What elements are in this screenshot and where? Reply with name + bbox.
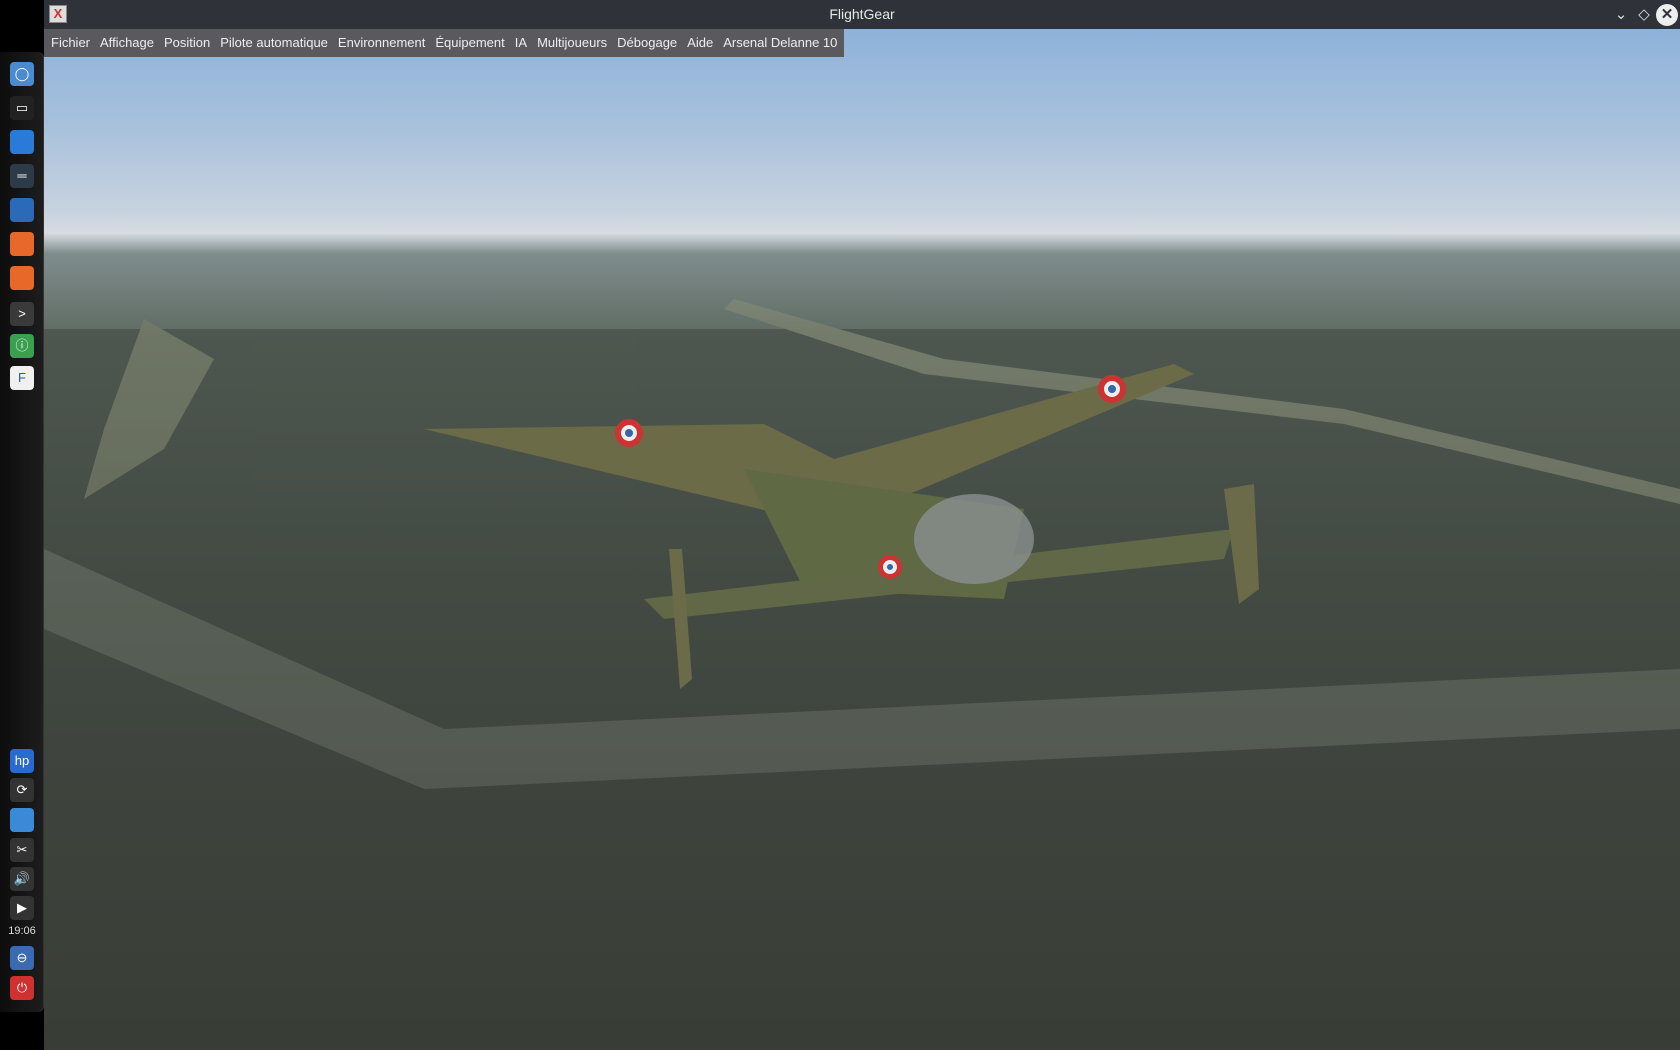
menu-fichier[interactable]: Fichier	[46, 29, 95, 57]
network-icon[interactable]	[10, 808, 34, 832]
menu-affichage[interactable]: Affichage	[95, 29, 159, 57]
power-icon[interactable]: ⏻	[10, 976, 34, 1000]
update-icon[interactable]: ⟳	[10, 778, 34, 802]
aircraft-scene	[44, 299, 1680, 1050]
menu-multijoueurs[interactable]: Multijoueurs	[532, 29, 612, 57]
taskbar: 19:06 ◯ ▭ ═ > ⓘ Fhp ⟳ ✂ 🔊 ▶ ⊖ ⏻	[0, 52, 44, 1012]
firefox-icon[interactable]	[10, 232, 34, 256]
menu-aide[interactable]: Aide	[682, 29, 718, 57]
clock[interactable]: 19:06	[0, 925, 44, 937]
system-settings-icon[interactable]	[10, 198, 34, 222]
terminal-icon[interactable]: >	[10, 302, 34, 326]
hp-icon[interactable]: hp	[10, 749, 34, 773]
menu-icon[interactable]: ◯	[10, 62, 34, 86]
menu-position[interactable]: Position	[159, 29, 215, 57]
maximize-button[interactable]: ◇	[1633, 4, 1655, 26]
menu-equipement[interactable]: Équipement	[430, 29, 509, 57]
flightgear-icon[interactable]: F	[10, 366, 34, 390]
desktop-icon[interactable]: ▭	[10, 96, 34, 120]
window-title: FlightGear	[829, 6, 895, 22]
scissors-icon[interactable]: ✂	[10, 838, 34, 862]
info-center-icon[interactable]: ⓘ	[10, 334, 34, 358]
city-texture	[44, 299, 1680, 1050]
minimize-button[interactable]: ⌄	[1610, 4, 1632, 26]
menu-environnement[interactable]: Environnement	[333, 29, 430, 57]
expand-arrow-icon[interactable]: ▶	[10, 896, 34, 920]
title-bar: X FlightGear ⌄ ◇ ✕	[44, 0, 1680, 29]
menu-bar: Fichier Affichage Position Pilote automatiq…	[44, 29, 845, 57]
settings-icon[interactable]: ═	[10, 164, 34, 188]
volume-icon[interactable]: 🔊	[10, 867, 34, 891]
file-manager-icon[interactable]	[10, 130, 34, 154]
flight-viewport[interactable]	[44, 29, 1680, 1050]
menu-ia[interactable]: IA	[510, 29, 532, 57]
menu-pilote-automatique[interactable]: Pilote automatique	[215, 29, 333, 57]
menu-debogage[interactable]: Débogage	[612, 29, 682, 57]
lock-icon[interactable]: ⊖	[10, 946, 34, 970]
firefox-icon[interactable]	[10, 266, 34, 290]
close-button[interactable]: ✕	[1656, 4, 1678, 26]
menu-arsenal-delanne-10[interactable]: Arsenal Delanne 10	[718, 29, 842, 57]
